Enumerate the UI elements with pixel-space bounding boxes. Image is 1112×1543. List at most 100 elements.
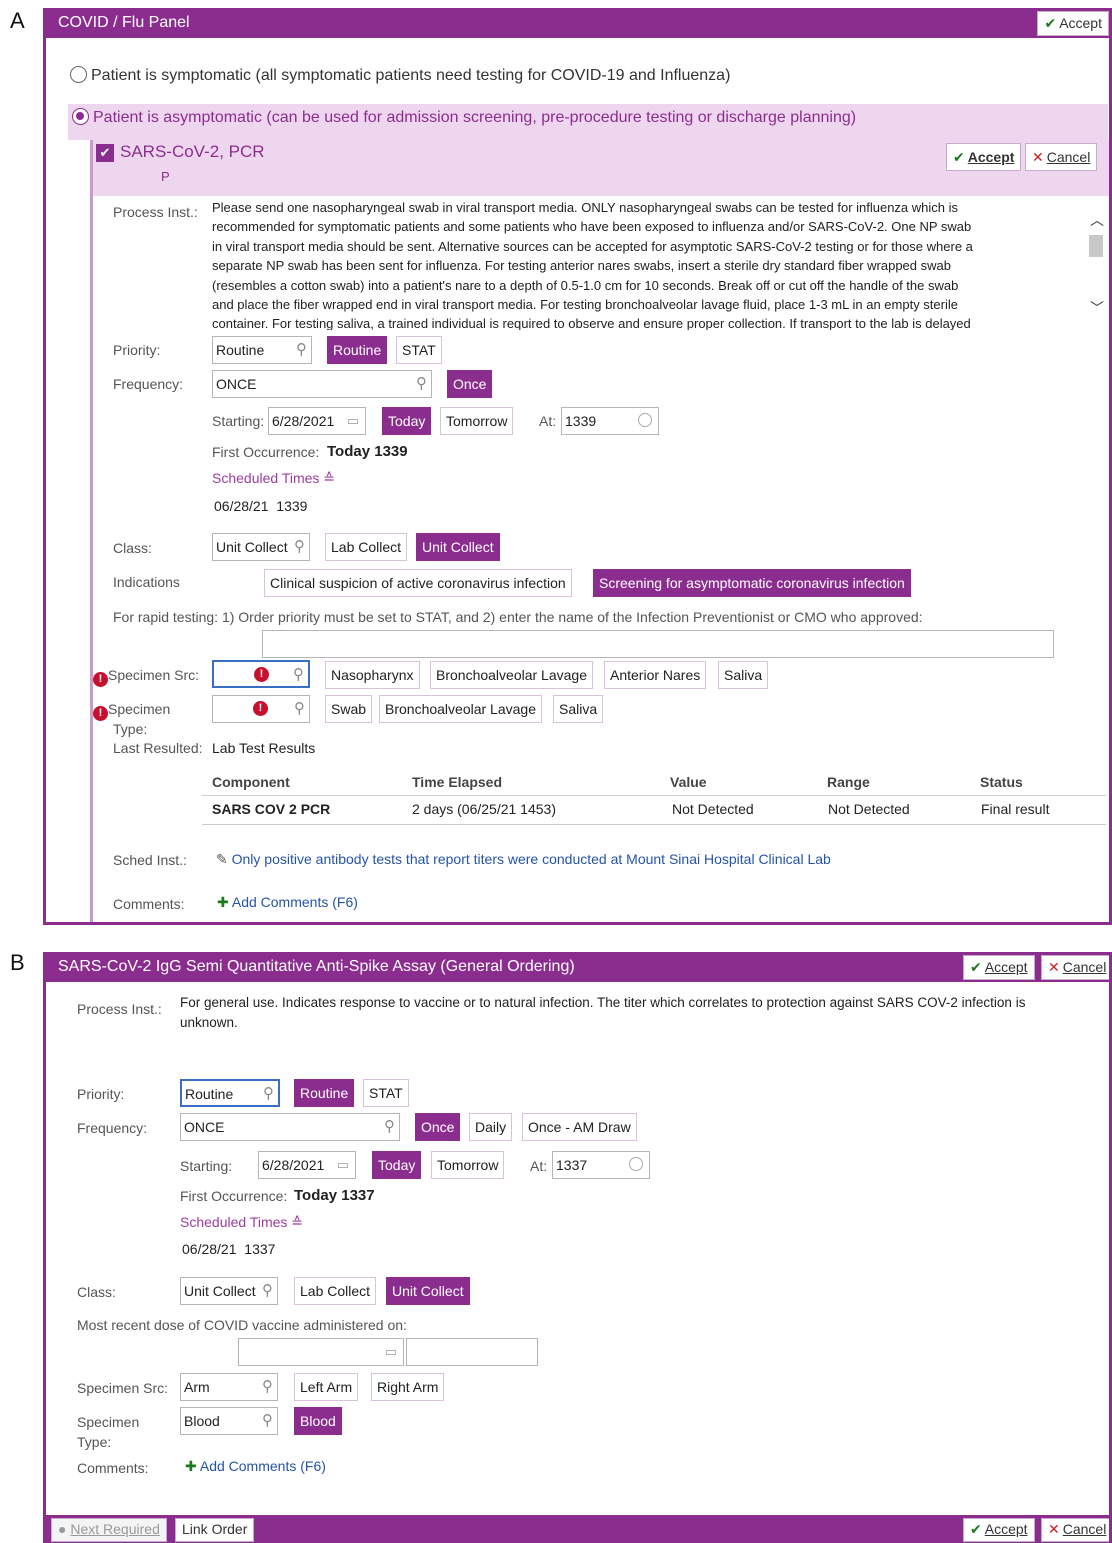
spec-src-option-left-arm[interactable]: Left Arm xyxy=(294,1373,359,1401)
panel-a-letter: A xyxy=(10,8,25,33)
clock-icon[interactable] xyxy=(629,1157,643,1171)
indication-screening-asymptomatic[interactable]: Screening for asymptomatic coronavirus i… xyxy=(593,569,911,597)
class-option-lab-collect[interactable]: Lab Collect xyxy=(325,533,408,561)
vaccine-extra-input[interactable] xyxy=(406,1338,538,1366)
specimen-type-label-2: Type: xyxy=(113,721,148,737)
frequency-input[interactable]: ONCE ⚲ xyxy=(212,370,432,398)
specimen-type-input[interactable]: ! ⚲ xyxy=(212,695,310,723)
today-button[interactable]: Today xyxy=(382,407,432,435)
search-icon: ⚲ xyxy=(262,1282,273,1299)
checkbox-checked-icon[interactable]: ✔ xyxy=(96,144,114,162)
radio-asymptomatic[interactable]: Patient is asymptomatic (can be used for… xyxy=(72,108,856,127)
class-option-lab-collect[interactable]: Lab Collect xyxy=(294,1277,377,1305)
process-inst-text: Please send one nasopharyngeal swab in v… xyxy=(212,198,1082,330)
scroll-down-icon[interactable]: ﹀ xyxy=(1090,298,1104,318)
time-input[interactable]: 1339 xyxy=(561,407,659,435)
info-icon: ● xyxy=(58,1521,67,1537)
table-cell: Not Detected xyxy=(828,801,910,817)
scroll-up-icon[interactable]: ︿ xyxy=(1090,210,1104,230)
table-header-component: Component xyxy=(212,774,290,790)
spec-src-option-bal[interactable]: Bronchoalveolar Lavage xyxy=(430,661,593,689)
spec-type-option-bal[interactable]: Bronchoalveolar Lavage xyxy=(379,695,542,723)
class-input[interactable]: Unit Collect ⚲ xyxy=(212,533,310,561)
specimen-src-input[interactable]: Arm ⚲ xyxy=(180,1373,278,1401)
frequency-option-am-draw[interactable]: Once - AM Draw xyxy=(522,1113,637,1141)
spec-type-option-saliva[interactable]: Saliva xyxy=(553,695,604,723)
clock-icon[interactable] xyxy=(638,413,652,427)
panel-b-accept-button[interactable]: ✔ Accept xyxy=(963,955,1035,980)
class-option-unit-collect[interactable]: Unit Collect xyxy=(416,533,500,561)
spec-type-option-swab[interactable]: Swab xyxy=(325,695,373,723)
radio-button-icon[interactable] xyxy=(70,66,87,83)
plus-icon: ✚ xyxy=(185,1458,197,1474)
search-icon: ⚲ xyxy=(262,1412,273,1429)
next-required-button[interactable]: ● Next Required xyxy=(51,1518,167,1542)
tomorrow-button[interactable]: Tomorrow xyxy=(431,1151,505,1179)
radio-symptomatic[interactable]: Patient is symptomatic (all symptomatic … xyxy=(70,66,730,85)
process-scrollbar[interactable]: ︿ ﹀ xyxy=(1086,210,1106,320)
panel-b-cancel-button[interactable]: ✕ Cancel xyxy=(1041,955,1109,980)
priority-option-stat[interactable]: STAT xyxy=(396,336,442,364)
search-icon: ⚲ xyxy=(294,538,305,555)
spec-src-option-nasopharynx[interactable]: Nasopharynx xyxy=(325,661,420,689)
scheduled-time-entry: 06/28/21 1337 xyxy=(182,1241,276,1257)
frequency-option-once[interactable]: Once xyxy=(415,1113,461,1141)
link-order-button[interactable]: Link Order xyxy=(175,1518,255,1542)
calendar-icon[interactable]: ▭ xyxy=(347,408,359,434)
starting-date-input[interactable]: 6/28/2021 ▭ xyxy=(258,1151,356,1179)
add-comments-link[interactable]: ✚ Add Comments (F6) xyxy=(185,1458,326,1475)
spec-src-option-right-arm[interactable]: Right Arm xyxy=(371,1373,445,1401)
starting-date-input[interactable]: 6/28/2021 ▭ xyxy=(268,407,366,435)
specimen-type-input[interactable]: Blood ⚲ xyxy=(180,1407,278,1435)
spec-src-option-anterior-nares[interactable]: Anterior Nares xyxy=(604,661,707,689)
radio-button-selected-icon[interactable] xyxy=(72,108,89,125)
order-cancel-button[interactable]: ✕ Cancel xyxy=(1025,143,1098,171)
calendar-icon[interactable]: ▭ xyxy=(385,1339,397,1365)
priority-input[interactable]: Routine ⚲ xyxy=(212,336,312,364)
comments-label: Comments: xyxy=(113,896,185,912)
panel-b-title: SARS-CoV-2 IgG Semi Quantitative Anti-Sp… xyxy=(58,958,575,975)
footer-accept-button[interactable]: ✔ Accept xyxy=(963,1518,1035,1542)
frequency-option-daily[interactable]: Daily xyxy=(469,1113,513,1141)
frequency-input[interactable]: ONCE ⚲ xyxy=(180,1113,400,1141)
priority-input[interactable]: Routine ⚲ xyxy=(180,1079,280,1107)
scheduled-times-toggle[interactable]: Scheduled Times ≙ xyxy=(180,1214,303,1231)
tomorrow-button[interactable]: Tomorrow xyxy=(440,407,514,435)
priority-option-routine[interactable]: Routine xyxy=(294,1079,355,1107)
sched-inst-link[interactable]: ✎ Only positive antibody tests that repo… xyxy=(216,851,831,868)
order-accept-button[interactable]: ✔ Accept xyxy=(946,143,1022,171)
today-button[interactable]: Today xyxy=(372,1151,422,1179)
footer-cancel-button[interactable]: ✕ Cancel xyxy=(1041,1518,1109,1542)
specimen-src-input[interactable]: ! ⚲ xyxy=(212,660,310,688)
rapid-testing-text: For rapid testing: 1) Order priority mus… xyxy=(113,609,923,625)
panel-a-title: COVID / Flu Panel xyxy=(58,14,190,31)
search-icon: ⚲ xyxy=(296,341,307,358)
at-label: At: xyxy=(539,413,557,429)
indication-clinical-suspicion[interactable]: Clinical suspicion of active coronavirus… xyxy=(264,569,572,597)
process-inst-text: For general use. Indicates response to v… xyxy=(180,993,1109,1033)
add-comments-link[interactable]: ✚ Add Comments (F6) xyxy=(217,894,358,911)
process-line: For general use. Indicates response to v… xyxy=(180,995,1026,1010)
search-icon: ⚲ xyxy=(416,375,427,392)
approver-name-input[interactable] xyxy=(262,630,1054,658)
search-icon: ⚲ xyxy=(294,700,305,717)
panel-b-titlebar: SARS-CoV-2 IgG Semi Quantitative Anti-Sp… xyxy=(46,952,1109,982)
class-input[interactable]: Unit Collect ⚲ xyxy=(180,1277,278,1305)
panel-a-accept-button[interactable]: ✔ Accept xyxy=(1037,11,1109,36)
time-input[interactable]: 1337 xyxy=(552,1151,650,1179)
priority-option-routine[interactable]: Routine xyxy=(327,336,388,364)
scroll-thumb[interactable] xyxy=(1089,235,1103,257)
class-option-unit-collect[interactable]: Unit Collect xyxy=(386,1277,470,1305)
covid-flu-panel: COVID / Flu Panel ✔ Accept Patient is sym… xyxy=(43,8,1112,925)
process-line: Please send one nasopharyngeal swab in v… xyxy=(212,200,959,215)
frequency-option-once[interactable]: Once xyxy=(447,370,493,398)
spec-type-option-blood[interactable]: Blood xyxy=(294,1407,342,1435)
vaccine-date-input[interactable]: ▭ xyxy=(238,1338,404,1366)
calendar-icon[interactable]: ▭ xyxy=(337,1152,349,1178)
frequency-label: Frequency: xyxy=(77,1120,148,1136)
scheduled-times-toggle[interactable]: Scheduled Times ≙ xyxy=(212,470,335,487)
priority-option-stat[interactable]: STAT xyxy=(363,1079,409,1107)
spec-src-option-saliva[interactable]: Saliva xyxy=(718,661,769,689)
priority-label: Priority: xyxy=(113,342,161,358)
first-occurrence-label: First Occurrence: xyxy=(180,1188,288,1204)
